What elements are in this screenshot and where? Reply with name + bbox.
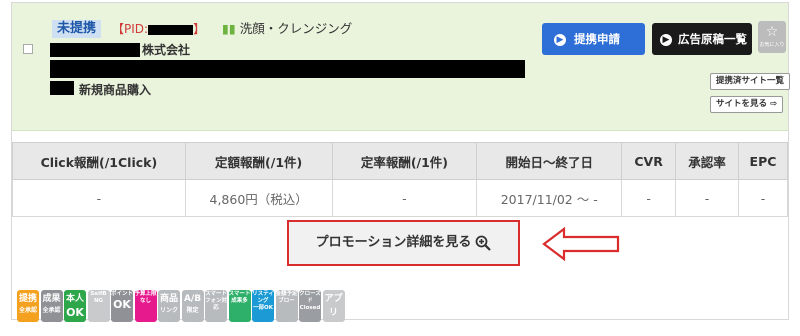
select-checkbox[interactable] bbox=[23, 44, 33, 54]
badge-bottom-text: OK bbox=[66, 306, 84, 319]
smartphone-taiou-badge: スマート フォン対応 bbox=[205, 290, 227, 322]
promotion-detail-button[interactable]: プロモーション詳細を見る bbox=[287, 220, 520, 266]
leaf-icon: ▮▮ bbox=[222, 21, 236, 36]
table-header-row: Click報酬(/1Click) 定額報酬(/1件) 定率報酬(/1件) 開始日… bbox=[12, 142, 789, 180]
program-header: 未提携 【PID: 】 ▮▮ 洗顔・クレンジング 株式会社 新規商品購入 ▶ 提携申請… bbox=[12, 3, 791, 131]
point-ok-badge: ポイント OK bbox=[111, 290, 133, 322]
red-arrow-icon bbox=[542, 226, 620, 262]
table-cell: - bbox=[621, 179, 677, 217]
status-badge: 未提携 bbox=[52, 20, 102, 38]
honnin-ok-badge: 本人 OK bbox=[64, 290, 86, 322]
yosan-joubgen-badge: 予算上限 なし bbox=[134, 290, 157, 322]
badge-top-text: ポイント bbox=[111, 291, 133, 297]
badge-bottom-text: 全承認 bbox=[42, 307, 61, 314]
column-header: 定率報酬(/1件) bbox=[331, 142, 478, 180]
badge-top-text: A/B bbox=[183, 294, 202, 304]
redacted-product-prefix bbox=[50, 81, 74, 95]
arrow-right-icon: ▶ bbox=[660, 33, 672, 46]
favorite-button[interactable]: ☆ お気に入り bbox=[758, 21, 786, 53]
view-site-button[interactable]: サイトを見る ⇨ bbox=[710, 96, 784, 113]
column-header: EPC bbox=[737, 142, 789, 180]
table-row: - 4,860円（税込） - 2017/11/02 ～ - - - - bbox=[12, 179, 789, 217]
product-name: 新規商品購入 bbox=[79, 83, 152, 97]
badge-bottom-text: NG bbox=[93, 298, 104, 304]
badge-top-text: 商品 bbox=[159, 294, 178, 304]
ad-list-button[interactable]: ▶ 広告原稿一覧 bbox=[652, 23, 752, 55]
badge-bottom-text: OK bbox=[113, 298, 131, 311]
badge-top-text: クローズド bbox=[299, 291, 321, 304]
badge-bottom-text: なし bbox=[139, 298, 151, 304]
redacted-program-name bbox=[50, 60, 525, 78]
badge-top-text: 成果 bbox=[42, 294, 61, 304]
apply-label: 提携申請 bbox=[574, 32, 620, 46]
badge-top-text: スマート bbox=[205, 291, 227, 297]
app-badge: アプリ bbox=[322, 290, 345, 322]
category-label: ▮▮ 洗顔・クレンジング bbox=[222, 20, 352, 38]
apply-button[interactable]: ▶ 提携申請 bbox=[542, 23, 645, 55]
company-name: 株式会社 bbox=[142, 43, 191, 57]
shouhin-link-badge: 商品 リンク bbox=[158, 290, 180, 322]
arrow-right-icon: ▶ bbox=[554, 33, 566, 46]
partner-sites-button[interactable]: 提携済サイト一覧 bbox=[710, 73, 791, 90]
badge-bottom-text: 限定 bbox=[186, 307, 199, 314]
table-cell: - bbox=[12, 179, 186, 217]
badge-top-text: SelfB bbox=[90, 291, 107, 297]
badge-top-text: 予算上限 bbox=[134, 291, 157, 297]
badge-top-text: 金額予定 bbox=[275, 291, 298, 297]
table-cell: - bbox=[737, 179, 789, 217]
selfback-ng-badge: SelfB NG bbox=[87, 290, 110, 322]
zoom-in-icon bbox=[475, 235, 492, 251]
badge-bottom-text: 成果多 bbox=[231, 298, 248, 304]
badge-top-text: スマート bbox=[228, 291, 251, 297]
redacted-pid bbox=[148, 24, 194, 35]
column-header: CVR bbox=[621, 142, 677, 180]
view-site-label: サイトを見る bbox=[716, 99, 768, 109]
program-card: 未提携 【PID: 】 ▮▮ 洗顔・クレンジング 株式会社 新規商品購入 ▶ 提携申請… bbox=[11, 2, 791, 322]
table-cell: 4,860円（税込） bbox=[184, 179, 333, 217]
badge-bottom-text: Closed bbox=[299, 305, 321, 311]
ad-list-label: 広告原稿一覧 bbox=[678, 32, 747, 46]
column-header: Click報酬(/1Click) bbox=[12, 142, 186, 180]
table-cell: - bbox=[331, 179, 478, 217]
table-cell: 2017/11/02 ～ - bbox=[476, 179, 623, 217]
program-id: 【PID: 】 bbox=[112, 20, 205, 38]
badge-bottom-text: 全承認 bbox=[18, 307, 37, 314]
badge-top-text: リスティング bbox=[252, 291, 274, 304]
smartphone-seika-badge: スマート 成果多 bbox=[228, 290, 251, 322]
badge-top-text: アプリ bbox=[324, 294, 343, 318]
favorite-label: お気に入り bbox=[759, 42, 785, 48]
column-header: 開始日～終了日 bbox=[476, 142, 623, 180]
category-text: 洗顔・クレンジング bbox=[239, 21, 353, 36]
promotion-detail-label: プロモーション詳細を見る bbox=[315, 235, 472, 250]
badge-top-text: 提携 bbox=[18, 294, 37, 304]
column-header: 定額報酬(/1件) bbox=[184, 142, 333, 180]
pid-suffix: 】 bbox=[193, 22, 206, 36]
badge-bottom-text: フォン対応 bbox=[205, 298, 227, 311]
external-link-icon: ⇨ bbox=[769, 99, 778, 109]
teikei-zenshounin-badge: 提携 全承認 bbox=[17, 290, 39, 322]
reward-table: Click報酬(/1Click) 定額報酬(/1件) 定率報酬(/1件) 開始日… bbox=[12, 142, 789, 217]
closed-badge: クローズド Closed bbox=[299, 290, 321, 322]
seika-zenshounin-badge: 成果 全承認 bbox=[40, 290, 63, 322]
table-cell: - bbox=[675, 179, 739, 217]
star-icon: ☆ bbox=[765, 24, 779, 40]
kingaku-yotei-badge: 金額予定 ブロー bbox=[275, 290, 298, 322]
badge-bottom-text: リンク bbox=[159, 307, 178, 314]
badge-top-text: 本人 bbox=[65, 294, 84, 304]
redacted-company-name bbox=[50, 43, 140, 57]
badge-bottom-text: ブロー bbox=[278, 298, 295, 304]
badge-bottom-text: 一部OK bbox=[253, 305, 273, 311]
ab-gentei-badge: A/B 限定 bbox=[181, 290, 204, 322]
column-header: 承認率 bbox=[675, 142, 739, 180]
pid-prefix: 【PID: bbox=[112, 22, 149, 36]
listing-ichibu-ok-badge: リスティング 一部OK bbox=[252, 290, 274, 322]
